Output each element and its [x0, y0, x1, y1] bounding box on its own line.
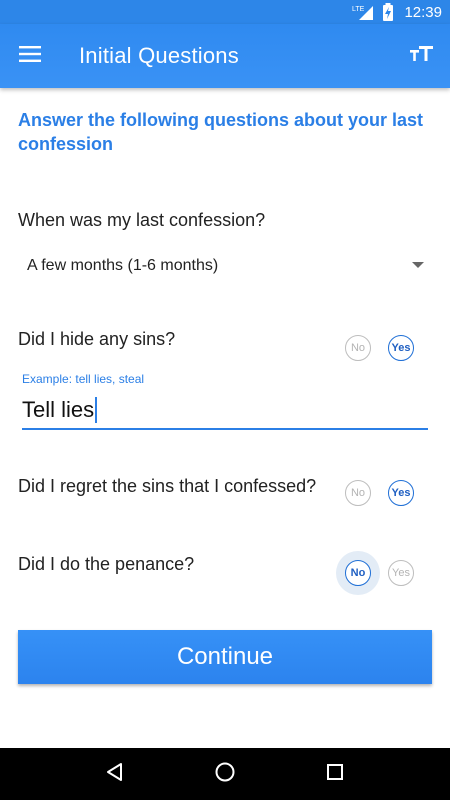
text-size-icon [410, 44, 434, 69]
hide-sins-no-button[interactable]: No [345, 335, 371, 361]
app-bar: Initial Questions [0, 24, 450, 88]
app-screen: LTE 12:39 Initial Questions Answer the f… [0, 0, 450, 800]
regret-yes-button[interactable]: Yes [388, 480, 414, 506]
hidden-sins-input[interactable]: Tell lies [22, 392, 428, 430]
lte-signal-icon: LTE [352, 4, 374, 20]
page-title: Initial Questions [79, 43, 239, 68]
dropdown-selected-value: A few months (1-6 months) [27, 257, 219, 274]
back-triangle-icon [105, 762, 125, 787]
hide-sins-yes-button[interactable]: Yes [388, 335, 414, 361]
menu-button[interactable] [0, 24, 60, 88]
nav-home-button[interactable] [201, 750, 249, 798]
home-circle-icon [214, 761, 236, 788]
svg-text:LTE: LTE [352, 6, 365, 13]
intro-heading: Answer the following questions about you… [18, 110, 424, 154]
clock-time: 12:39 [404, 3, 442, 21]
question-penance: Did I do the penance? [18, 554, 195, 574]
system-nav-bar [0, 748, 450, 800]
battery-charging-icon [382, 3, 394, 21]
penance-yes-button[interactable]: Yes [388, 560, 414, 586]
continue-button[interactable]: Continue [18, 630, 432, 684]
question-regret: Did I regret the sins that I confessed? [18, 476, 317, 496]
text-cursor [95, 397, 98, 423]
hidden-sins-input-value: Tell lies [22, 397, 95, 422]
question-last-confession: When was my last confession? [18, 210, 266, 230]
hamburger-menu-icon [19, 45, 41, 67]
nav-recents-button[interactable] [311, 750, 359, 798]
text-size-button[interactable] [406, 40, 438, 72]
penance-no-button[interactable]: No [345, 560, 371, 586]
sins-input-hint: Example: tell lies, steal [22, 372, 145, 386]
last-confession-dropdown[interactable]: A few months (1-6 months) [18, 248, 432, 284]
recents-square-icon [325, 762, 345, 787]
chevron-down-icon [412, 262, 424, 268]
regret-no-button[interactable]: No [345, 480, 371, 506]
status-bar: LTE 12:39 [0, 0, 450, 24]
nav-back-button[interactable] [91, 750, 139, 798]
question-hide-sins: Did I hide any sins? [18, 329, 176, 349]
